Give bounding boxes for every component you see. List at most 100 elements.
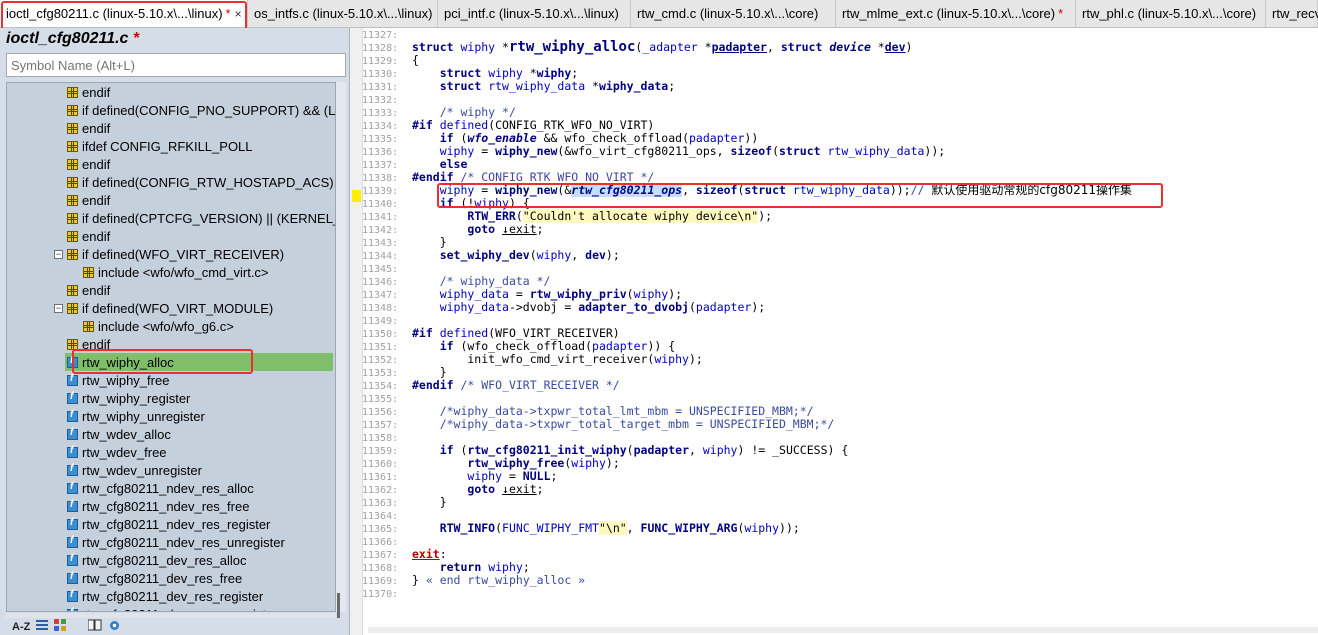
code-line[interactable]: 11348: wiphy_data->dvobj = adapter_to_dv… [362, 301, 1317, 315]
tab-3[interactable]: rtw_cmd.c (linux-5.10.x\...\core) [631, 0, 836, 27]
symbol-item[interactable]: if defined(WFO_VIRT_MODULE) [67, 299, 335, 317]
code-text: #if defined(CONFIG_RTK_WFO_NO_VIRT) [412, 118, 655, 132]
symbol-item[interactable]: include <wfo/wfo_cmd_virt.c> [83, 263, 335, 281]
code-text: #endif /* WFO_VIRT_RECEIVER */ [412, 378, 620, 392]
symbol-item[interactable]: endif [67, 155, 335, 173]
modified-indicator: * [225, 6, 231, 21]
symbol-item[interactable]: endif [67, 83, 335, 101]
symbol-item[interactable]: if defined(WFO_VIRT_RECEIVER) [67, 245, 335, 263]
tab-0[interactable]: ioctl_cfg80211.c (linux-5.10.x\...\linux… [0, 0, 248, 27]
symbol-item-label: rtw_cfg80211_ndev_res_alloc [82, 480, 254, 496]
line-number: 11370: [362, 589, 399, 600]
tab-6[interactable]: rtw_recv [1266, 0, 1318, 27]
symbol-item[interactable]: rtw_wiphy_free [67, 371, 335, 389]
function-icon [67, 481, 78, 494]
symbol-item[interactable]: rtw_cfg80211_dev_res_register [67, 587, 335, 605]
gear-icon[interactable] [108, 619, 121, 635]
symbol-item[interactable]: ifdef CONFIG_RFKILL_POLL [67, 137, 335, 155]
code-editor[interactable]: 11327: 11328: struct wiphy *rtw_wiphy_allo… [350, 28, 1318, 635]
code-line[interactable]: 11331: struct rtw_wiphy_data *wiphy_data… [362, 80, 1317, 94]
symbol-item-label: ifdef CONFIG_RFKILL_POLL [82, 138, 253, 154]
code-line[interactable]: 11328: struct wiphy *rtw_wiphy_alloc(_ada… [362, 39, 1317, 55]
symbol-item-label: rtw_cfg80211_dev_res_alloc [82, 552, 247, 568]
code-line[interactable]: 11370: [362, 587, 1317, 600]
symbol-item[interactable]: rtw_cfg80211_ndev_res_alloc [67, 479, 335, 497]
code-text: if (rtw_cfg80211_init_wiphy(padapter, wi… [439, 443, 849, 457]
symbol-item[interactable]: endif [67, 119, 335, 137]
tab-label: os_intfs.c (linux-5.10.x\...\linux) [254, 6, 433, 21]
symbol-item-label: endif [82, 120, 111, 136]
code-line[interactable]: 11363: } [362, 496, 1317, 510]
book-icon[interactable] [87, 619, 102, 634]
tab-4[interactable]: rtw_mlme_ext.c (linux-5.10.x\...\core) * [836, 0, 1076, 27]
preprocessor-icon [67, 302, 78, 314]
symbol-item[interactable]: if defined(CONFIG_RTW_HOSTAPD_ACS) & [67, 173, 336, 191]
tab-2[interactable]: pci_intf.c (linux-5.10.x\...\linux) [438, 0, 631, 27]
code-line[interactable]: 11357: /*wiphy_data->txpwr_total_target_… [362, 418, 1317, 432]
symbol-item[interactable]: rtw_wiphy_unregister [67, 407, 335, 425]
code-text: } [412, 235, 447, 249]
code-text: } « end rtw_wiphy_alloc » [412, 573, 586, 587]
symbol-item[interactable]: rtw_wiphy_register [67, 389, 335, 407]
code-line[interactable]: 11369:} « end rtw_wiphy_alloc » [362, 573, 1317, 588]
tab-label: rtw_mlme_ext.c (linux-5.10.x\...\core) [842, 6, 1056, 21]
symbol-item-label: if defined(CONFIG_RTW_HOSTAPD_ACS) & [82, 174, 336, 190]
code-line[interactable]: 11352: init_wfo_cmd_virt_receiver(wiphy)… [362, 352, 1317, 367]
code-line[interactable]: 11365: RTW_INFO(FUNC_WIPHY_FMT"\n", FUNC… [362, 521, 1317, 535]
symbol-item[interactable]: rtw_cfg80211_dev_res_free [67, 569, 335, 587]
code-text: struct wiphy *rtw_wiphy_alloc(_adapter *… [412, 39, 913, 55]
symbol-item-label: endif [82, 228, 111, 244]
symbol-item-label: rtw_wiphy_register [82, 390, 191, 406]
symbol-item[interactable]: rtw_cfg80211_dev_res_alloc [67, 551, 335, 569]
list-icon[interactable] [36, 619, 49, 634]
code-text: rtw_wiphy_free(wiphy); [467, 456, 620, 470]
symbol-item[interactable]: endif [67, 191, 335, 209]
symbol-item[interactable]: rtw_cfg80211_ndev_res_register [67, 515, 335, 533]
code-text: return wiphy; [439, 560, 530, 574]
symbol-item[interactable]: rtw_wdev_alloc [67, 425, 335, 443]
symbol-tree-scroll-thumb[interactable] [337, 593, 340, 619]
tab-5[interactable]: rtw_phl.c (linux-5.10.x\...\core) [1076, 0, 1266, 27]
symbol-panel-toolbar: A-Z [0, 618, 349, 635]
symbol-item[interactable]: rtw_cfg80211_ndev_res_free [67, 497, 335, 515]
symbol-item-label: rtw_wdev_unregister [82, 462, 202, 478]
symbols-icon[interactable] [54, 619, 68, 634]
symbol-item[interactable]: rtw_cfg80211_dev_res_unregister [67, 605, 335, 611]
code-text: RTW_ERR("Couldn't allocate wiphy device\… [467, 209, 773, 223]
code-line[interactable]: 11354: #endif /* WFO_VIRT_RECEIVER */ [362, 378, 1317, 393]
symbol-item[interactable]: include <wfo/wfo_g6.c> [83, 317, 335, 335]
symbol-item[interactable]: if defined(CONFIG_PNO_SUPPORT) && (LI [67, 101, 335, 119]
symbol-panel-title: ioctl_cfg80211.c * [6, 30, 140, 47]
symbol-search-input[interactable] [6, 53, 346, 77]
symbol-item[interactable]: endif [67, 281, 335, 299]
close-icon[interactable]: × [235, 7, 242, 21]
symbol-tree-scrollbar[interactable] [336, 82, 346, 612]
symbol-tree[interactable]: endif if defined(CONFIG_PNO_SUPPORT) && (… [6, 82, 336, 612]
code-line[interactable]: 11344: set_wiphy_dev(wiphy, dev); [362, 249, 1317, 263]
code-line[interactable]: 11362: goto ↓exit; [362, 483, 1317, 497]
code-line[interactable]: 11366: [362, 535, 1317, 548]
symbol-item[interactable]: rtw_wiphy_alloc [65, 353, 333, 371]
tab-1[interactable]: os_intfs.c (linux-5.10.x\...\linux) [248, 0, 438, 27]
code-text: struct wiphy *wiphy; [439, 66, 579, 80]
code-line[interactable]: 11342: goto ↓exit; [362, 223, 1317, 237]
editor-hscrollbar[interactable] [368, 627, 1318, 633]
tab-label: pci_intf.c (linux-5.10.x\...\linux) [444, 6, 619, 21]
code-text: init_wfo_cmd_virt_receiver(wiphy); [412, 352, 703, 366]
symbol-item[interactable]: if defined(CPTCFG_VERSION) || (KERNEL_VI [67, 209, 335, 227]
collapse-toggle[interactable]: − [54, 250, 63, 259]
code-text: if (wfo_enable && wfo_check_offload(pada… [439, 131, 759, 145]
symbol-item[interactable]: rtw_wdev_free [67, 443, 335, 461]
preprocessor-icon [67, 140, 78, 152]
sort-az-button[interactable]: A-Z [12, 621, 30, 633]
function-icon [67, 463, 78, 476]
symbol-item[interactable]: rtw_wdev_unregister [67, 461, 335, 479]
symbol-item[interactable]: rtw_cfg80211_ndev_res_unregister [67, 533, 335, 551]
code-line[interactable]: 11336: wiphy = wiphy_new(&wfo_virt_cfg80… [362, 145, 1317, 159]
symbol-item[interactable]: endif [67, 227, 335, 245]
collapse-toggle[interactable]: − [54, 304, 63, 313]
symbol-item-label: rtw_cfg80211_dev_res_free [82, 570, 243, 586]
symbol-panel: ioctl_cfg80211.c * endif if defined(CONFI… [0, 28, 350, 635]
tab-label: rtw_cmd.c (linux-5.10.x\...\core) [637, 6, 819, 21]
symbol-item[interactable]: endif [67, 335, 335, 353]
